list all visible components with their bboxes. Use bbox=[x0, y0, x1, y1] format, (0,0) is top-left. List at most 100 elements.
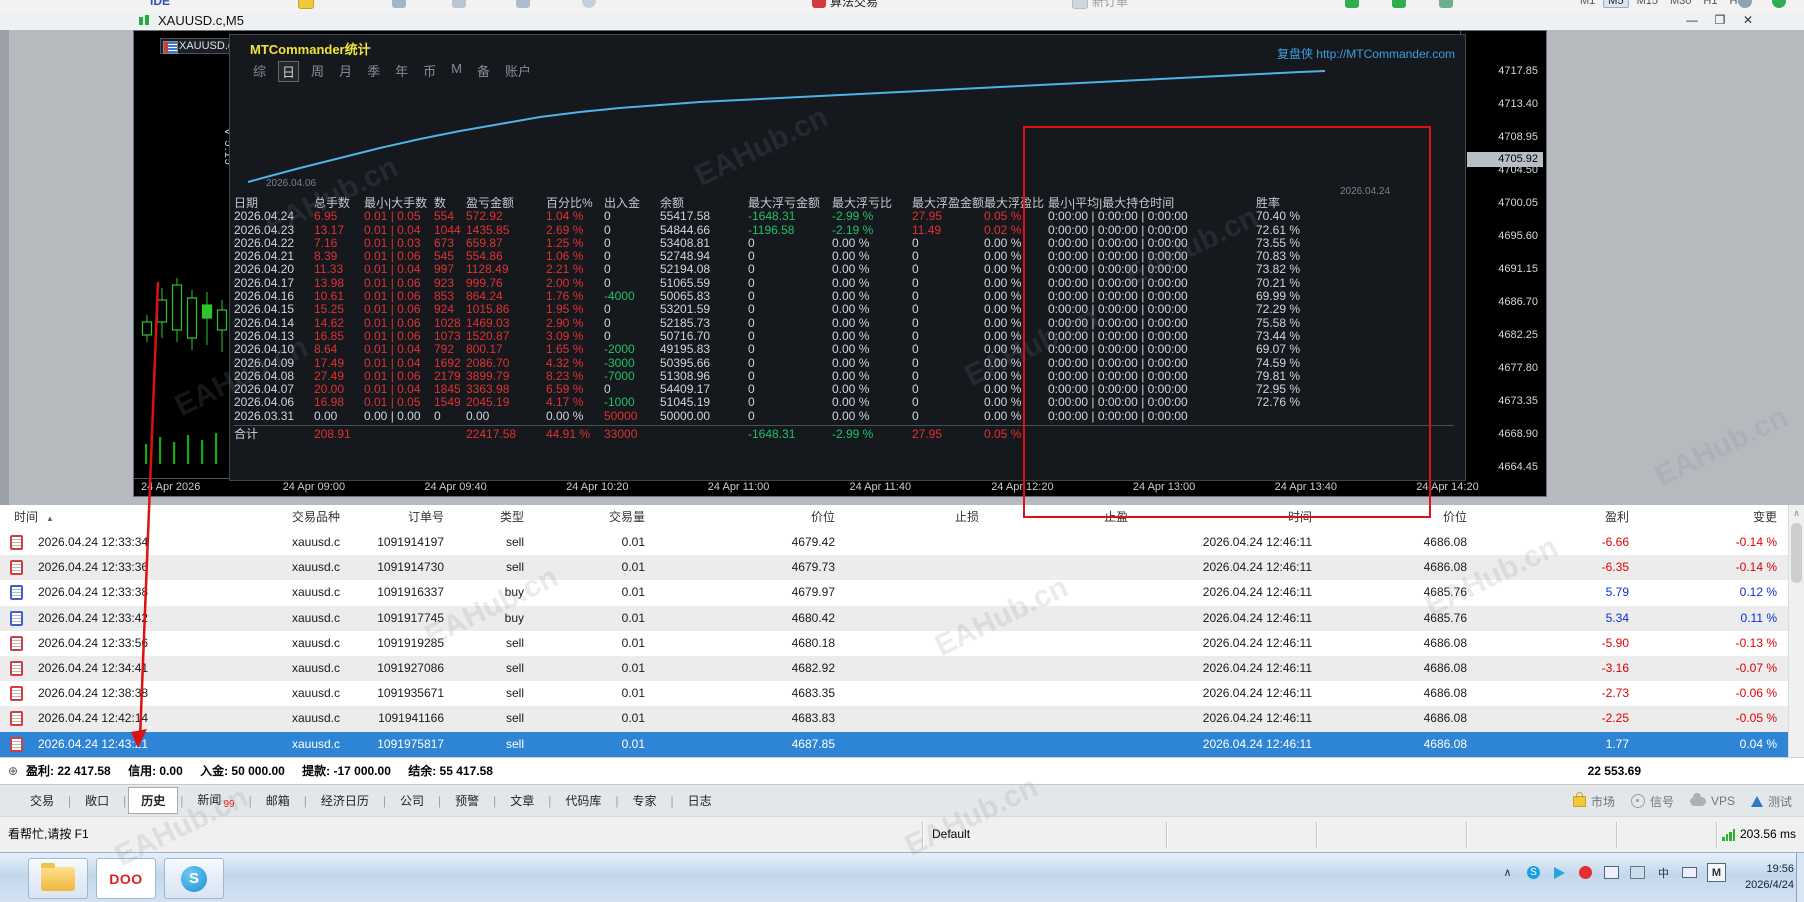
tab-文章[interactable]: 文章 bbox=[498, 788, 546, 813]
restore-button[interactable]: ❐ bbox=[1708, 13, 1732, 29]
col-change[interactable]: 变更 bbox=[1641, 505, 1789, 530]
taskbar-s-app-button[interactable]: S bbox=[164, 858, 224, 899]
col-order[interactable]: 订单号 bbox=[352, 505, 456, 530]
col-tp[interactable]: 止盈 bbox=[991, 505, 1140, 530]
profile-icon[interactable] bbox=[1772, 0, 1786, 12]
tab-历史[interactable]: 历史 bbox=[128, 787, 178, 814]
shapes-icon[interactable] bbox=[582, 0, 596, 12]
tf-m1[interactable]: M1 bbox=[1576, 0, 1599, 7]
tab-专家[interactable]: 专家 bbox=[621, 788, 669, 813]
panel-tab[interactable]: 综 bbox=[250, 61, 269, 82]
chart-icon[interactable] bbox=[392, 0, 406, 12]
col-profit[interactable]: 盈利 bbox=[1479, 505, 1641, 530]
table-row[interactable]: 2026.04.24 12:43:21 xauusd.c 1091975817 … bbox=[0, 732, 1789, 757]
table-row[interactable]: 2026.04.24 12:42:14 xauusd.c 1091941166 … bbox=[0, 706, 1789, 731]
scroll-up-icon[interactable]: ∧ bbox=[1789, 505, 1804, 521]
crosshair-icon[interactable] bbox=[452, 0, 466, 12]
line-chart-icon[interactable] bbox=[1439, 0, 1453, 12]
col-price-open[interactable]: 价位 bbox=[657, 505, 847, 530]
panel-tab[interactable]: 日 bbox=[278, 61, 299, 82]
panel-tab[interactable]: 年 bbox=[392, 61, 411, 82]
chart-window[interactable]: XAUUSD.c, ▫ ▨ ? ↘ V 5.15 MTCommander统计 复… bbox=[133, 30, 1547, 497]
tab-交易[interactable]: 交易 bbox=[18, 788, 66, 813]
tab-邮箱[interactable]: 邮箱 bbox=[254, 788, 302, 813]
tray-network-icon[interactable] bbox=[1629, 864, 1646, 881]
new-order-button[interactable]: 新订单 bbox=[1072, 0, 1128, 12]
connection-bars-icon bbox=[1722, 829, 1736, 841]
table-row[interactable]: 2026.04.24 12:33:56 xauusd.c 1091919285 … bbox=[0, 631, 1789, 656]
tray-keyboard-icon[interactable] bbox=[1681, 864, 1698, 881]
tab-经济日历[interactable]: 经济日历 bbox=[309, 788, 381, 813]
ide-button[interactable]: IDE bbox=[150, 0, 170, 12]
vertical-scrollbar[interactable]: ∧ bbox=[1788, 505, 1804, 757]
tray-m-icon[interactable]: M bbox=[1707, 863, 1726, 882]
tab-代码库[interactable]: 代码库 bbox=[553, 788, 613, 813]
tf-m15[interactable]: M15 bbox=[1633, 0, 1662, 7]
search-icon[interactable] bbox=[1738, 0, 1752, 12]
tf-h1[interactable]: H1 bbox=[1699, 0, 1721, 7]
cursor-icon[interactable] bbox=[516, 0, 530, 12]
close-button[interactable]: ✕ bbox=[1736, 13, 1760, 29]
price-tick: 4677.80 bbox=[1468, 362, 1538, 374]
taskbar-folder-button[interactable] bbox=[28, 858, 88, 899]
tray-monitor-icon[interactable] bbox=[1603, 864, 1620, 881]
taskbar-clock[interactable]: 19:56 2026/4/24 bbox=[1745, 861, 1794, 893]
col-close-time[interactable]: 时间 bbox=[1140, 505, 1324, 530]
candle-chart-icon[interactable] bbox=[1345, 0, 1359, 12]
tab-预警[interactable]: 预警 bbox=[443, 788, 491, 813]
panel-tab[interactable]: 备 bbox=[474, 61, 493, 82]
panel-tab[interactable]: M bbox=[448, 61, 465, 82]
tray-telegram-icon[interactable] bbox=[1551, 864, 1568, 881]
bar-chart-icon[interactable] bbox=[1392, 0, 1406, 12]
tab-公司[interactable]: 公司 bbox=[388, 788, 436, 813]
tab-日志[interactable]: 日志 bbox=[676, 788, 724, 813]
panel-tab[interactable]: 月 bbox=[336, 61, 355, 82]
col-type[interactable]: 类型 bbox=[456, 505, 536, 530]
terminal-tabs: 交易|敞口|历史|新闻99|邮箱|经济日历|公司|预警|文章|代码库|专家|日志… bbox=[0, 784, 1804, 816]
price-axis[interactable]: 4717.854713.404708.954704.504700.054695.… bbox=[1460, 31, 1546, 482]
table-row[interactable]: 2026.04.24 12:33:38 xauusd.c 1091916337 … bbox=[0, 580, 1789, 605]
vps-button[interactable]: VPS bbox=[1690, 794, 1735, 808]
show-desktop-button[interactable] bbox=[1796, 853, 1804, 902]
taskbar-doo-button[interactable]: DOO bbox=[96, 858, 156, 899]
col-volume[interactable]: 交易量 bbox=[536, 505, 657, 530]
tray-skype-icon[interactable]: S bbox=[1525, 864, 1542, 881]
signals-button[interactable]: 信号 bbox=[1631, 793, 1674, 810]
tf-m30[interactable]: M30 bbox=[1666, 0, 1695, 7]
folder-icon[interactable] bbox=[298, 0, 314, 12]
terminal-right-tools: 市场 信号 VPS 测试 bbox=[1573, 785, 1792, 817]
tray-expand-icon[interactable]: ∧ bbox=[1499, 864, 1516, 881]
stats-row: 2026.03.31 0.00 0.00 | 0.00 0 0.00 0.00 … bbox=[234, 410, 1454, 423]
table-row[interactable]: 2026.04.24 12:34:41 xauusd.c 1091927086 … bbox=[0, 656, 1789, 681]
minimize-button[interactable]: — bbox=[1680, 13, 1704, 29]
col-sl[interactable]: 止损 bbox=[847, 505, 991, 530]
algo-trading-button[interactable]: 算法交易 bbox=[812, 0, 878, 12]
panel-tab[interactable]: 账户 bbox=[502, 61, 534, 82]
time-tick: 24 Apr 13:00 bbox=[1133, 481, 1195, 493]
market-button[interactable]: 市场 bbox=[1573, 793, 1615, 810]
table-row[interactable]: 2026.04.24 12:33:42 xauusd.c 1091917745 … bbox=[0, 606, 1789, 631]
profile-name[interactable]: Default bbox=[932, 817, 970, 852]
col-price-close[interactable]: 价位 bbox=[1324, 505, 1479, 530]
col-symbol[interactable]: 交易品种 bbox=[252, 505, 352, 530]
history-header[interactable]: 时间▲ 交易品种 订单号 类型 交易量 价位 止损 止盈 时间 价位 盈利 变更 bbox=[0, 505, 1789, 531]
tab-新闻[interactable]: 新闻99 bbox=[185, 787, 246, 814]
panel-link[interactable]: 复盘侠 http://MTCommander.com bbox=[1277, 45, 1455, 62]
tf-m5[interactable]: M5 bbox=[1603, 0, 1628, 8]
col-open-time[interactable]: 时间▲ bbox=[0, 505, 252, 530]
price-tick: 4717.85 bbox=[1468, 65, 1538, 77]
tray-language-indicator[interactable]: 中 bbox=[1655, 864, 1672, 881]
stats-total-row: 合计 208.91 22417.58 44.91 % 33000 -1648.3… bbox=[234, 425, 1454, 441]
panel-tab[interactable]: 币 bbox=[420, 61, 439, 82]
expand-icon[interactable]: ⊕ bbox=[8, 758, 18, 785]
table-row[interactable]: 2026.04.24 12:33:36 xauusd.c 1091914730 … bbox=[0, 555, 1789, 580]
tray-red-app-icon[interactable] bbox=[1577, 864, 1594, 881]
table-row[interactable]: 2026.04.24 12:38:38 xauusd.c 1091935671 … bbox=[0, 681, 1789, 706]
panel-tab[interactable]: 季 bbox=[364, 61, 383, 82]
table-row[interactable]: 2026.04.24 12:33:34 xauusd.c 1091914197 … bbox=[0, 530, 1789, 555]
tab-敞口[interactable]: 敞口 bbox=[73, 788, 121, 813]
panel-tab[interactable]: 周 bbox=[308, 61, 327, 82]
tester-button[interactable]: 测试 bbox=[1751, 793, 1792, 810]
scroll-thumb[interactable] bbox=[1791, 523, 1802, 583]
connection-latency[interactable]: 203.56 ms bbox=[1740, 817, 1796, 852]
